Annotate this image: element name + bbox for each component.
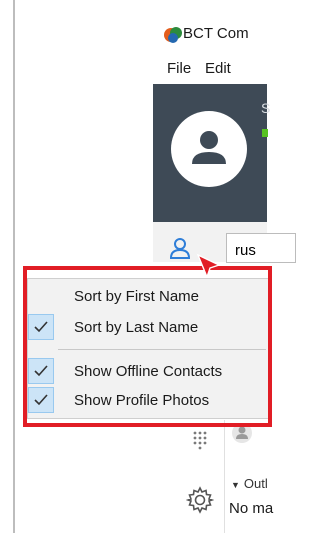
menu-item-show-profile-photos[interactable]: Show Profile Photos <box>28 387 268 413</box>
menu-separator <box>58 349 266 350</box>
contact-group-label: Outl <box>243 476 268 491</box>
contact-avatar-icon <box>232 423 252 443</box>
menu-item-label: Show Profile Photos <box>74 391 210 409</box>
bct-logo-icon <box>164 27 182 43</box>
menu-item-sort-first-name[interactable]: Sort by First Name <box>28 283 268 309</box>
profile-name: S <box>261 100 271 116</box>
person-icon[interactable] <box>170 110 248 188</box>
menu-item-sort-last-name[interactable]: Sort by Last Name <box>28 314 268 340</box>
collapse-arrow-icon: ▼ <box>231 480 240 490</box>
gear-icon[interactable] <box>186 486 214 514</box>
menu-item-label: Sort by First Name <box>74 287 200 305</box>
menu-file[interactable]: File <box>167 60 191 77</box>
dialpad-icon[interactable] <box>192 430 208 452</box>
search-input[interactable] <box>226 233 296 263</box>
checkmark-slot <box>28 283 54 309</box>
contacts-icon[interactable] <box>168 236 192 260</box>
menu-edit[interactable]: Edit <box>205 60 231 77</box>
status-indicator <box>262 129 268 137</box>
checkmark-icon <box>28 358 54 384</box>
checkmark-icon <box>28 387 54 413</box>
app-title: BCT Com <box>183 25 249 42</box>
cursor-arrow-icon <box>196 253 221 278</box>
menu-item-label: Sort by Last Name <box>74 318 199 336</box>
contact-group-header[interactable]: ▼ Outl <box>231 476 268 491</box>
empty-results-text: No ma <box>229 500 274 517</box>
checkmark-icon <box>28 314 54 340</box>
menu-item-show-offline-contacts[interactable]: Show Offline Contacts <box>28 358 268 384</box>
menu-item-label: Show Offline Contacts <box>74 362 223 380</box>
contacts-options-menu: Sort by First Name Sort by Last Name Sho… <box>27 278 269 419</box>
menu-bar: File Edit <box>0 60 267 82</box>
